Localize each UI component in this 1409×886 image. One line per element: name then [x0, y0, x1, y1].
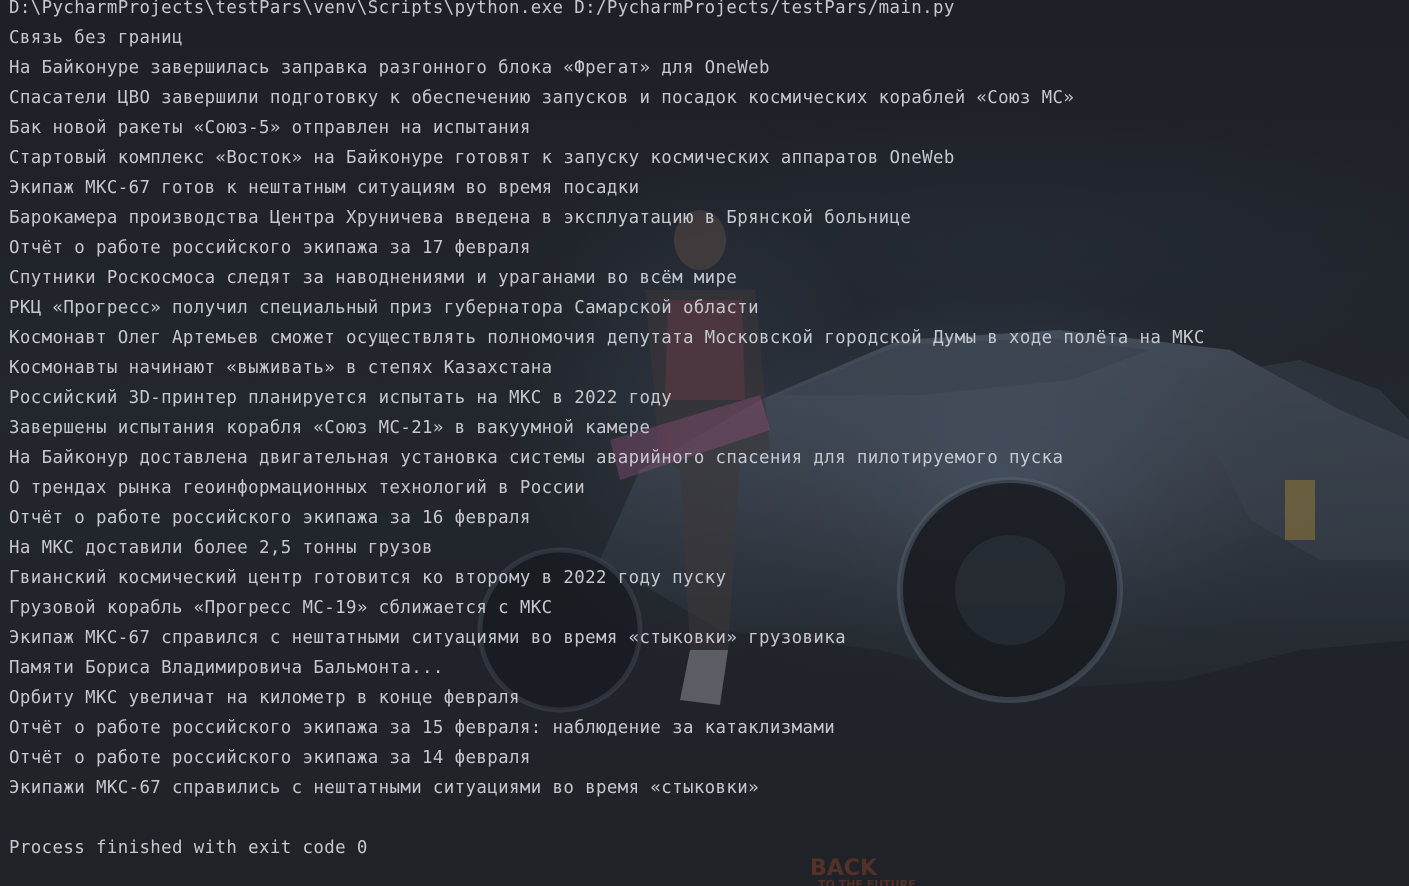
process-exit-message: Process finished with exit code 0	[9, 838, 368, 858]
output-line: Спутники Роскосмоса следят за наводнения…	[9, 268, 738, 288]
output-line: Российский 3D-принтер планируется испыта…	[9, 388, 673, 408]
output-line: Гвианский космический центр готовится ко…	[9, 568, 727, 588]
logo-watermark-sub: TO THE FUTURE	[818, 878, 916, 886]
output-line: РКЦ «Прогресс» получил специальный приз …	[9, 298, 760, 318]
output-line: Спасатели ЦВО завершили подготовку к обе…	[9, 88, 1075, 108]
output-line: Завершены испытания корабля «Союз МС-21»…	[9, 418, 651, 438]
output-line: Отчёт о работе российского экипажа за 14…	[9, 748, 531, 768]
output-line: Орбиту МКС увеличат на километр в конце …	[9, 688, 520, 708]
output-line: Отчёт о работе российского экипажа за 16…	[9, 508, 531, 528]
output-line: Отчёт о работе российского экипажа за 17…	[9, 238, 531, 258]
output-line: Памяти Бориса Владимировича Бальмонта...	[9, 658, 444, 678]
output-line: На Байконуре завершилась заправка разгон…	[9, 58, 770, 78]
output-line: На МКС доставили более 2,5 тонны грузов	[9, 538, 433, 558]
output-line: Грузовой корабль «Прогресс МС-19» сближа…	[9, 598, 553, 618]
run-command-line: D:\PycharmProjects\testPars\venv\Scripts…	[9, 0, 955, 18]
output-line: Бак новой ракеты «Союз-5» отправлен на и…	[9, 118, 531, 138]
output-line: Космонавт Олег Артемьев сможет осуществл…	[9, 328, 1205, 348]
console-output: D:\PycharmProjects\testPars\venv\Scripts…	[9, 0, 1409, 863]
output-line: Экипаж МКС-67 справился с нештатными сит…	[9, 628, 846, 648]
output-line: Барокамера производства Центра Хруничева…	[9, 208, 912, 228]
output-line: Экипажи МКС-67 справились с нештатными с…	[9, 778, 760, 798]
output-line: Экипаж МКС-67 готов к нештатным ситуация…	[9, 178, 640, 198]
output-line: Космонавты начинают «выживать» в степях …	[9, 358, 553, 378]
output-line: Связь без границ	[9, 28, 183, 48]
output-line: Стартовый комплекс «Восток» на Байконуре…	[9, 148, 955, 168]
output-line: На Байконур доставлена двигательная уста…	[9, 448, 1064, 468]
output-line: Отчёт о работе российского экипажа за 15…	[9, 718, 836, 738]
output-line: О трендах рынка геоинформационных технол…	[9, 478, 586, 498]
run-console[interactable]: BACK TO THE FUTURE D:\PycharmProjects\te…	[0, 0, 1409, 886]
